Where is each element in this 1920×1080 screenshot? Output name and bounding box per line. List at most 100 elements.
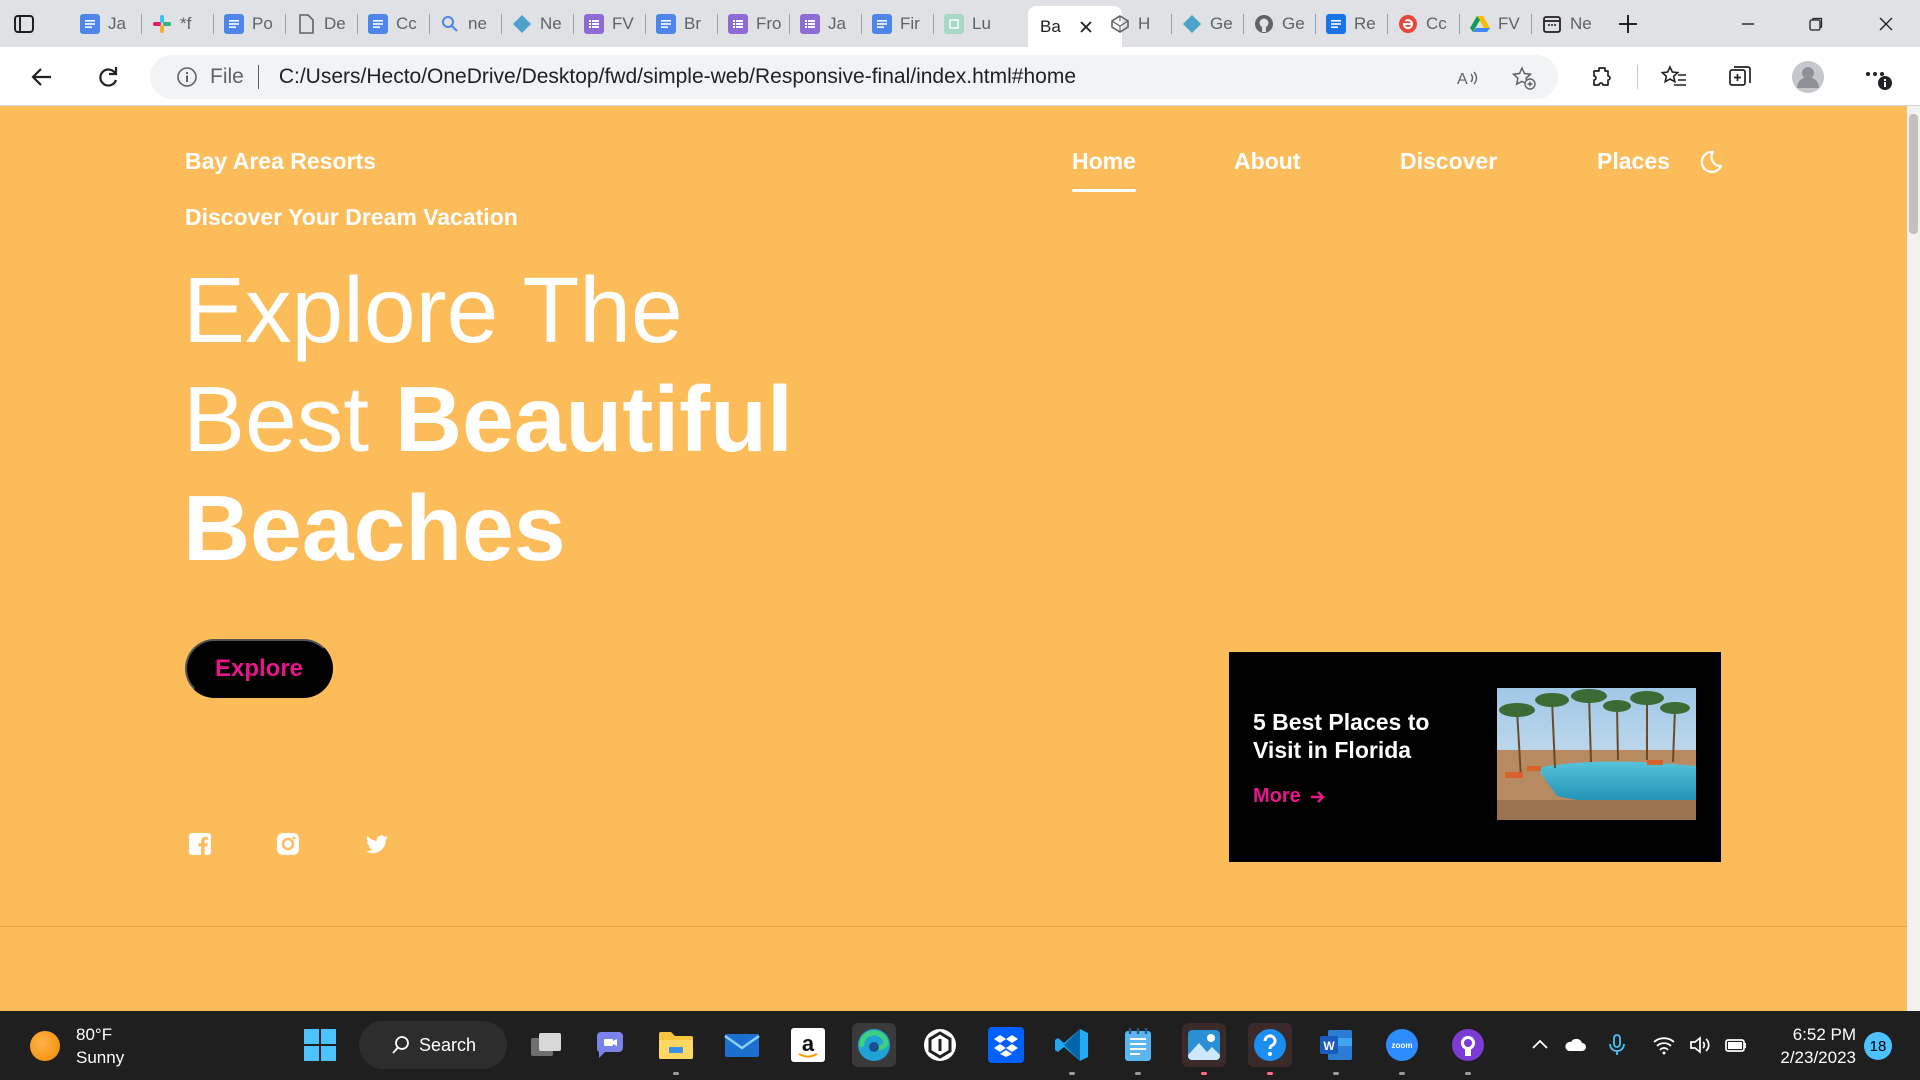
page-scrollbar[interactable] bbox=[1907, 106, 1920, 1011]
amazon-button[interactable]: a bbox=[786, 1023, 830, 1067]
chevron-up-icon[interactable] bbox=[1528, 1033, 1552, 1057]
instagram-icon[interactable] bbox=[274, 830, 302, 858]
nav-link-places[interactable]: Places bbox=[1597, 148, 1670, 175]
twitter-icon[interactable] bbox=[363, 830, 391, 858]
svg-text:W: W bbox=[1323, 1039, 1335, 1053]
browser-tab[interactable]: Ja bbox=[790, 6, 862, 42]
browser-tab[interactable]: Re bbox=[1316, 6, 1388, 42]
minimize-button[interactable] bbox=[1720, 0, 1776, 47]
zoom-button[interactable]: zoom bbox=[1380, 1023, 1424, 1075]
browser-tab[interactable]: Ne bbox=[1532, 6, 1604, 42]
browser-tab[interactable]: Ja bbox=[70, 6, 142, 42]
tab-title: Ne bbox=[1570, 14, 1592, 33]
facebook-icon[interactable] bbox=[186, 830, 214, 858]
close-tab-icon[interactable] bbox=[1076, 17, 1096, 37]
settings-menu-button[interactable] bbox=[1858, 57, 1898, 97]
start-button[interactable] bbox=[298, 1023, 342, 1067]
browser-tab[interactable]: *f bbox=[142, 6, 214, 42]
moon-icon[interactable] bbox=[1696, 148, 1724, 176]
taskbar-search[interactable]: Search bbox=[359, 1021, 507, 1069]
wifi-icon[interactable] bbox=[1652, 1033, 1676, 1057]
photos-icon bbox=[1188, 1030, 1220, 1060]
nav-link-home[interactable]: Home bbox=[1072, 148, 1136, 192]
photos-button[interactable] bbox=[1182, 1023, 1226, 1075]
featured-card[interactable]: 5 Best Places to Visit in Florida More bbox=[1229, 652, 1721, 862]
card-more-link[interactable]: More bbox=[1253, 785, 1327, 808]
notepad-button[interactable] bbox=[1116, 1023, 1160, 1075]
extensions-button[interactable] bbox=[1582, 57, 1622, 97]
tab-strip: Ja *f Po De Cc ne Ne FV Br Fro Ja Fir Lu… bbox=[0, 0, 1920, 47]
restore-button[interactable] bbox=[1788, 0, 1844, 47]
battery-icon[interactable] bbox=[1724, 1033, 1748, 1057]
mail-button[interactable] bbox=[720, 1023, 764, 1067]
task-view-icon bbox=[531, 1033, 561, 1056]
taskbar-clock[interactable]: 6:52 PM 2/23/2023 bbox=[1770, 1023, 1856, 1069]
app-hexagon-button[interactable] bbox=[918, 1023, 962, 1067]
list-icon bbox=[728, 14, 748, 34]
close-window-button[interactable] bbox=[1858, 0, 1914, 47]
browser-tab[interactable]: Po bbox=[214, 6, 286, 42]
tab-title: Cc bbox=[396, 14, 417, 33]
browser-tab[interactable]: ne bbox=[430, 6, 502, 42]
scrollbar-thumb[interactable] bbox=[1909, 114, 1918, 234]
task-view-button[interactable] bbox=[524, 1023, 568, 1067]
back-button[interactable] bbox=[22, 57, 62, 97]
browser-tab[interactable]: Ge bbox=[1172, 6, 1244, 42]
github-desktop-button[interactable] bbox=[1446, 1023, 1490, 1075]
tab-actions-button[interactable] bbox=[6, 6, 42, 42]
favorites-button[interactable] bbox=[1654, 57, 1694, 97]
tab-title: Br bbox=[684, 14, 701, 33]
teams-chat-button[interactable] bbox=[588, 1023, 632, 1067]
browser-tab[interactable]: FV bbox=[1460, 6, 1532, 42]
new-tab-button[interactable] bbox=[1604, 0, 1652, 47]
site-brand[interactable]: Bay Area Resorts bbox=[185, 148, 376, 175]
collections-button[interactable] bbox=[1720, 57, 1760, 97]
profile-button[interactable] bbox=[1788, 57, 1828, 97]
tab-title: Ja bbox=[108, 14, 126, 33]
weather-temp: 80°F bbox=[76, 1025, 113, 1044]
dropbox-button[interactable] bbox=[984, 1023, 1028, 1067]
read-aloud-icon[interactable]: A bbox=[1456, 66, 1480, 90]
browser-tab[interactable]: Ge bbox=[1244, 6, 1316, 42]
microphone-icon[interactable] bbox=[1605, 1033, 1629, 1057]
nav-link-about[interactable]: About bbox=[1234, 148, 1300, 175]
onedrive-icon[interactable] bbox=[1563, 1033, 1587, 1057]
file-explorer-button[interactable] bbox=[654, 1023, 698, 1075]
info-icon[interactable] bbox=[176, 66, 198, 88]
zoom-icon: zoom bbox=[1386, 1029, 1418, 1061]
url-text[interactable]: C:/Users/Hecto/OneDrive/Desktop/fwd/simp… bbox=[279, 65, 1076, 89]
browser-tab[interactable]: Ne bbox=[502, 6, 574, 42]
browser-toolbar: File C:/Users/Hecto/OneDrive/Desktop/fwd… bbox=[0, 47, 1920, 106]
refresh-button[interactable] bbox=[88, 57, 128, 97]
notification-badge[interactable]: 18 bbox=[1864, 1032, 1892, 1060]
list-icon bbox=[800, 14, 820, 34]
vscode-button[interactable] bbox=[1050, 1023, 1094, 1075]
word-button[interactable]: W bbox=[1314, 1023, 1358, 1075]
help-button[interactable] bbox=[1248, 1023, 1292, 1075]
volume-icon[interactable] bbox=[1688, 1033, 1712, 1057]
more-options-icon bbox=[1866, 72, 1892, 90]
card-title: 5 Best Places to Visit in Florida bbox=[1253, 709, 1430, 763]
toolbar-divider bbox=[1637, 65, 1638, 89]
restore-icon bbox=[1809, 17, 1823, 31]
puzzle-icon bbox=[1593, 67, 1611, 86]
browser-tab[interactable]: Lu bbox=[934, 6, 1028, 42]
browser-tab[interactable]: De bbox=[286, 6, 358, 42]
browser-tab[interactable]: H bbox=[1100, 6, 1172, 42]
clock-time: 6:52 PM bbox=[1792, 1025, 1856, 1044]
chat-icon bbox=[596, 1032, 623, 1058]
browser-tab[interactable]: Br bbox=[646, 6, 718, 42]
tab-title: FV bbox=[1498, 14, 1520, 33]
docs-icon bbox=[872, 14, 892, 34]
browser-tab[interactable]: Cc bbox=[358, 6, 430, 42]
explore-button[interactable]: Explore bbox=[185, 639, 333, 698]
nav-link-discover[interactable]: Discover bbox=[1400, 148, 1497, 175]
browser-tab[interactable]: Cc bbox=[1388, 6, 1460, 42]
browser-tab[interactable]: Fro bbox=[718, 6, 790, 42]
add-favorite-icon[interactable] bbox=[1512, 66, 1536, 90]
browser-tab[interactable]: Fir bbox=[862, 6, 934, 42]
weather-widget[interactable]: 80°F Sunny bbox=[30, 1023, 124, 1069]
edge-button[interactable] bbox=[852, 1023, 896, 1067]
browser-tab[interactable]: FV bbox=[574, 6, 646, 42]
address-bar[interactable]: File C:/Users/Hecto/OneDrive/Desktop/fwd… bbox=[150, 55, 1558, 99]
